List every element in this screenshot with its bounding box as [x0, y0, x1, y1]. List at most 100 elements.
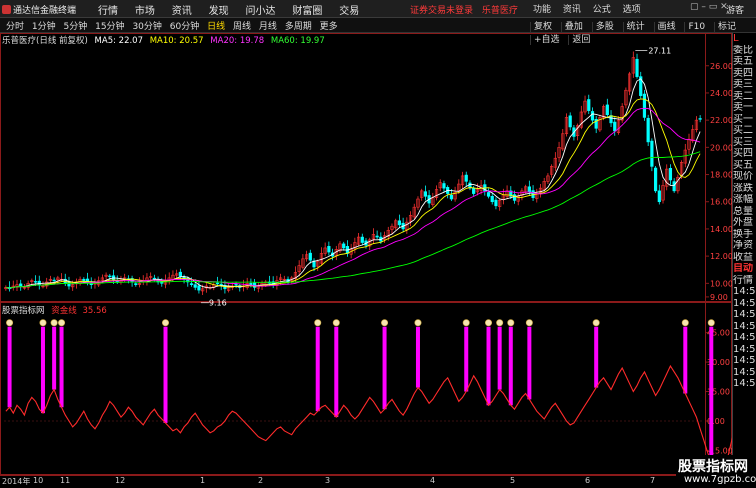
candle-body — [464, 174, 468, 182]
candle-body — [37, 280, 41, 285]
candle-body — [642, 93, 647, 118]
chart-title: 乐普医疗(日线 前复权) — [2, 36, 88, 46]
signal-bar — [52, 326, 57, 390]
side-row: 卖三 — [733, 79, 753, 90]
site-watermark: 股票指标网 www.7gpzb.com — [676, 455, 756, 487]
signal-bar — [59, 326, 64, 408]
candle-body — [472, 187, 476, 194]
candle-body — [698, 118, 702, 120]
candle-body — [568, 115, 572, 128]
date-tick: 4 — [430, 476, 436, 485]
candle-body — [308, 252, 312, 261]
watermark-title: 股票指标网 — [678, 459, 748, 475]
price-pane-frame — [0, 33, 732, 302]
watermark-url: www.7gpzb.com — [684, 474, 756, 485]
price-tick-label: 16.00 — [710, 198, 732, 207]
signal-coin-icon — [332, 319, 340, 327]
side-row: 买一 — [733, 113, 753, 125]
date-tick: 2 — [258, 476, 264, 485]
high-marker-label: 27.11 — [648, 47, 671, 56]
signal-bar — [163, 326, 168, 423]
price-tick-label: 24.00 — [710, 89, 732, 98]
candle-body — [613, 121, 617, 132]
price-tick-label: 22.00 — [710, 116, 732, 125]
candle-body — [108, 275, 112, 278]
signal-coin-icon — [485, 319, 493, 327]
candle-body — [33, 281, 38, 283]
indicator-name: 资金线 — [51, 306, 77, 316]
candle-body — [360, 236, 364, 243]
candle-body — [82, 278, 86, 281]
date-tick: 3 — [325, 476, 331, 485]
date-tick: 7 — [650, 476, 656, 485]
candle-body — [193, 284, 197, 288]
signal-bar — [415, 326, 420, 388]
date-tick: 5 — [510, 476, 516, 485]
signal-bar — [40, 326, 45, 414]
candle-body — [449, 194, 453, 200]
price-tick-label: 26.00 — [710, 62, 732, 71]
candle-body — [375, 235, 379, 238]
candle-body — [653, 167, 658, 192]
side-row: 卖一 — [733, 102, 753, 113]
side-row: 换手 — [733, 228, 753, 240]
side-row: 涨幅 — [733, 194, 753, 205]
date-tick: 11 — [60, 476, 71, 485]
low-marker-label: 9.16 — [209, 299, 227, 308]
candle-body — [494, 199, 498, 207]
signal-bar — [709, 326, 714, 463]
chart-area[interactable]: 9.00 10.00 12.00 14.00 16.00 18.00 20.00 22.00 2… — [0, 0, 732, 475]
side-row: 卖五 — [733, 56, 753, 67]
fund-line — [5, 364, 732, 472]
side-row: 行情 — [733, 274, 753, 286]
signal-coin-icon — [162, 319, 170, 327]
signal-bar — [315, 326, 320, 412]
indicator-value: 35.56 — [82, 306, 107, 316]
candle-body — [587, 99, 591, 111]
ma-legend: 乐普医疗(日线 前复权) MA5: 22.07 MA10: 20.57 MA20… — [2, 34, 325, 46]
candle-body — [512, 194, 517, 201]
candle-body — [605, 104, 609, 116]
side-row: 卖四 — [733, 67, 753, 79]
side-row: 买五 — [733, 159, 753, 171]
signal-coin-icon — [496, 319, 504, 327]
candle-body — [672, 181, 676, 192]
signal-coin-icon — [707, 319, 715, 327]
candle-body — [249, 283, 253, 285]
quote-side-panel: L 委比 卖五 卖四 卖三 卖二 卖一 买一 买二 买三 买四 买五 现价 涨跌 涨幅 总量 外盘 换手 净资 收益… — [732, 33, 756, 482]
price-tick-label: 10.00 — [710, 279, 732, 288]
side-row: 14:50 — [733, 320, 756, 332]
signal-bar — [486, 326, 491, 406]
candle-body — [486, 192, 491, 197]
candle-body — [52, 279, 56, 282]
side-row: 14:50 — [733, 297, 756, 309]
signal-coin-icon — [681, 319, 689, 327]
signal-coin-icon — [50, 319, 58, 327]
ma60-value: MA60: 19.97 — [270, 36, 325, 46]
signal-coin-icon — [39, 319, 47, 327]
candle-body — [423, 191, 427, 197]
signal-bar — [594, 326, 599, 388]
price-tick-label: 20.00 — [710, 143, 732, 152]
candle-body — [19, 283, 23, 287]
side-row: 14:50 — [733, 366, 756, 378]
side-header: L — [733, 33, 739, 44]
candle-body — [668, 167, 673, 181]
candle-body — [657, 190, 661, 203]
candle-body — [442, 183, 446, 189]
date-tick: 6 — [585, 476, 591, 485]
ma20-value: MA20: 19.78 — [210, 36, 265, 46]
signal-bar — [683, 326, 688, 394]
side-row: 14:50 — [733, 332, 756, 343]
signal-bar — [7, 326, 12, 408]
date-axis: 2014年 10 11 12 1 2 3 4 5 6 7 — [0, 475, 756, 488]
ma20-line — [5, 107, 701, 289]
signal-bar — [382, 326, 387, 410]
candle-body — [197, 285, 201, 291]
date-tick: 2014年 — [2, 477, 31, 486]
indicator-pane-frame — [0, 302, 732, 475]
signal-coin-icon — [6, 319, 14, 327]
signal-bar — [527, 326, 532, 400]
date-tick: 12 — [115, 476, 126, 485]
signal-coin-icon — [462, 319, 470, 327]
